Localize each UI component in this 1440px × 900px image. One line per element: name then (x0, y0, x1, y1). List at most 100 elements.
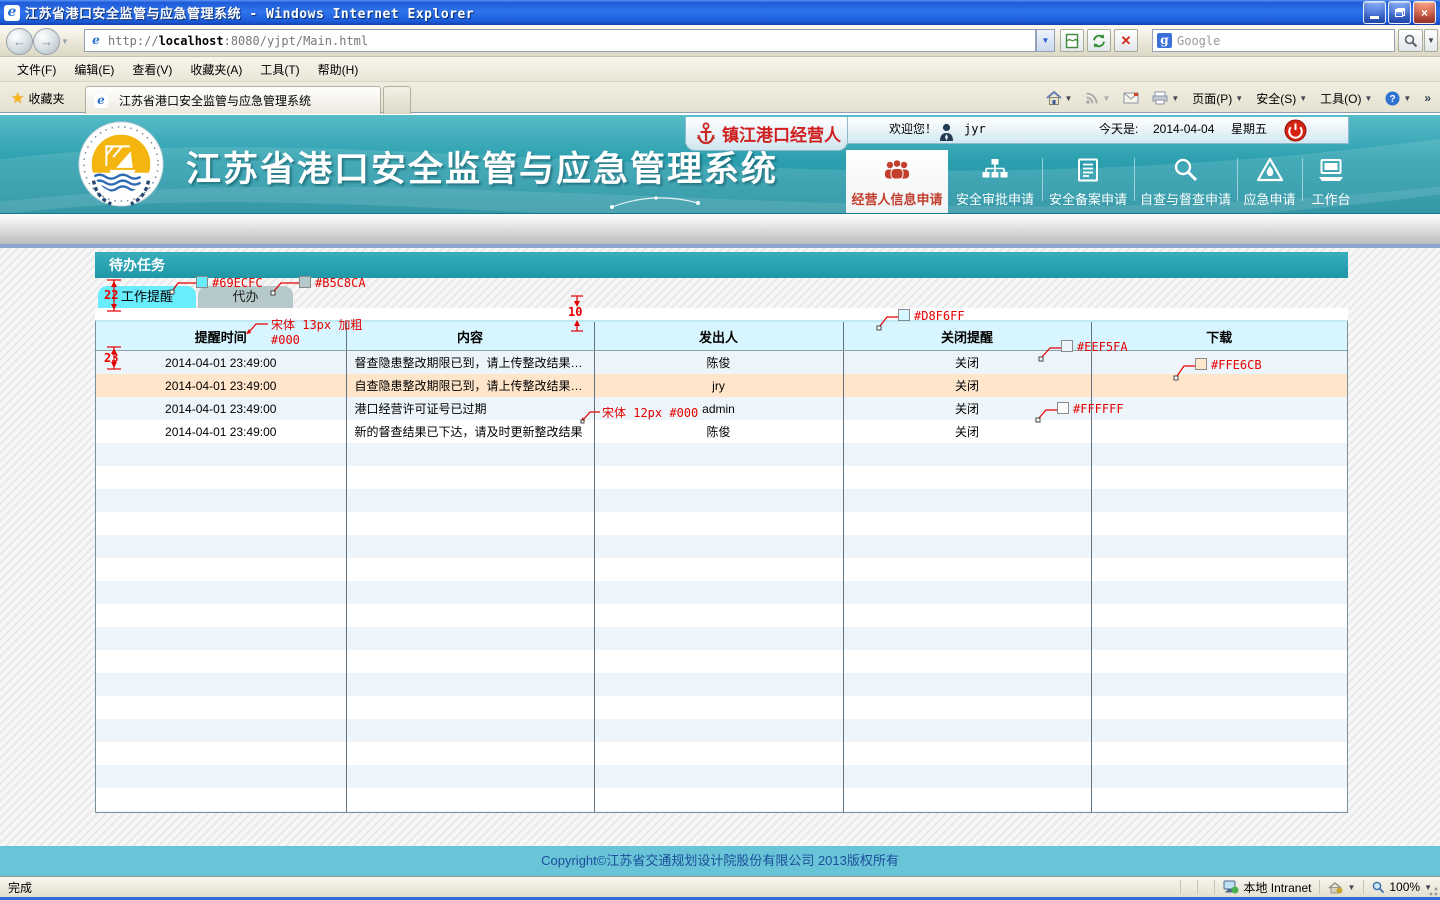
table-row: 2014-04-01 23:49:00新的督查结果已下达，请及时更新整改结果陈俊… (96, 420, 1347, 443)
favorites-bar: ★ 收藏夹 e 江苏省港口安全监管与应急管理系统 ▼ ▼ (0, 82, 1440, 113)
tab-todo[interactable]: 代办 (198, 286, 293, 308)
org-badge-label: 镇江港口经营人 (722, 121, 841, 146)
tab-favicon: e (94, 94, 108, 108)
search-options-dropdown[interactable]: ▼ (1424, 29, 1438, 52)
search-placeholder: Google (1177, 34, 1220, 48)
cell-content: 自查隐患整改期限已到，请上传整改结果… (346, 374, 594, 397)
nav-item-1[interactable]: 安全审批申请 (948, 150, 1042, 213)
cell-content: 港口经营许可证号已过期 (346, 397, 594, 420)
print-dropdown-icon[interactable]: ▼ (1171, 94, 1179, 103)
cell-download (1091, 351, 1347, 375)
empty-table-row (96, 788, 1347, 811)
search-input[interactable]: g Google (1152, 29, 1395, 52)
date-value: 2014-04-04 (1153, 117, 1214, 142)
empty-table-row (96, 696, 1347, 719)
cell-close: 关闭 (843, 374, 1091, 397)
cell-close: 关闭 (843, 420, 1091, 443)
menu-item-2[interactable]: 查看(V) (123, 58, 181, 81)
security-zone: 本地 Intranet (1214, 880, 1319, 894)
window-titlebar: e 江苏省港口安全监管与应急管理系统 - Windows Internet Ex… (0, 0, 1440, 25)
tools-menu[interactable]: 工具(O)▼ (1315, 88, 1377, 109)
read-mail-button[interactable] (1118, 90, 1144, 106)
address-toolbar: ← → ▼ e http://localhost:8080/yjpt/Main.… (0, 25, 1440, 57)
empty-table-row (96, 604, 1347, 627)
close-reminder-link[interactable]: 关闭 (955, 425, 979, 439)
weekday: 星期五 (1231, 117, 1267, 142)
task-table: 提醒时间 内容 发出人 关闭提醒 下载 2014-04-01 23:49:00督… (96, 322, 1347, 813)
nav-item-3[interactable]: 自查与督查申请 (1134, 150, 1237, 213)
user-icon (939, 120, 954, 145)
page-menu[interactable]: 页面(P)▼ (1187, 88, 1248, 109)
cell-download (1091, 397, 1347, 420)
refresh-button[interactable] (1087, 29, 1111, 52)
resize-grip[interactable] (1426, 884, 1438, 896)
cell-close: 关闭 (843, 351, 1091, 375)
empty-table-row (96, 719, 1347, 742)
forward-button[interactable]: → (33, 28, 60, 55)
col-header-content: 内容 (346, 322, 594, 351)
nav-item-label: 经营人信息申请 (851, 189, 942, 208)
welcome-label: 欢迎您！ (889, 117, 937, 142)
nav-item-5[interactable]: 工作台 (1302, 150, 1360, 213)
stop-button[interactable]: ✕ (1114, 29, 1138, 52)
compat-page-icon (1065, 33, 1079, 49)
nav-item-label: 应急申请 (1243, 189, 1295, 208)
col-header-time: 提醒时间 (96, 322, 346, 351)
menu-item-3[interactable]: 收藏夹(A) (181, 58, 251, 81)
favorites-button[interactable]: ★ 收藏夹 (4, 86, 71, 110)
empty-table-row (96, 742, 1347, 765)
close-button[interactable]: × (1413, 1, 1436, 24)
cell-sender: 陈俊 (594, 351, 843, 375)
home-button[interactable]: ▼ (1041, 89, 1078, 107)
menu-item-1[interactable]: 编辑(E) (65, 58, 123, 81)
protected-mode-button[interactable]: ▼ (1319, 880, 1363, 894)
tab-title: 江苏省港口安全监管与应急管理系统 (119, 92, 311, 109)
date-label: 今天是: (1099, 117, 1138, 142)
menu-item-4[interactable]: 工具(T) (251, 58, 308, 81)
minimize-button[interactable] (1363, 1, 1386, 24)
col-header-sender: 发出人 (594, 322, 843, 351)
zoom-icon (1372, 881, 1385, 894)
help-menu[interactable]: ? ▼ (1380, 89, 1416, 108)
app-header: 江苏省港口安全监管与应急管理系统 欢迎您！ jyr 今天是: 2014-04-0… (0, 115, 1440, 213)
todo-panel: 待办任务 工作提醒 代办 提醒时间 内容 发出人 关闭提醒 下载 (95, 252, 1348, 813)
menu-bar: 文件(F)编辑(E)查看(V)收藏夹(A)工具(T)帮助(H) (0, 57, 1440, 82)
address-dropdown[interactable]: ▼ (1036, 29, 1055, 52)
compatibility-view-button[interactable] (1060, 29, 1084, 52)
close-reminder-link[interactable]: 关闭 (955, 402, 979, 416)
address-input[interactable]: e http://localhost:8080/yjpt/Main.html (84, 29, 1036, 52)
empty-table-row (96, 765, 1347, 788)
cell-close: 关闭 (843, 397, 1091, 420)
safety-menu[interactable]: 安全(S)▼ (1251, 88, 1312, 109)
menu-item-5[interactable]: 帮助(H) (309, 58, 368, 81)
tab-baseline-strip (95, 308, 1348, 320)
window-title: 江苏省港口安全监管与应急管理系统 - Windows Internet Expl… (25, 3, 474, 22)
nav-item-2[interactable]: 安全备案申请 (1042, 150, 1134, 213)
nav-item-4[interactable]: 应急申请 (1237, 150, 1302, 213)
empty-table-row (96, 650, 1347, 673)
restore-button[interactable] (1388, 1, 1411, 24)
back-button[interactable]: ← (6, 28, 33, 55)
nav-item-0[interactable]: 经营人信息申请 (846, 150, 948, 213)
help-icon: ? (1385, 91, 1400, 106)
menu-item-0[interactable]: 文件(F) (8, 58, 65, 81)
command-bar: ▼ ▼ ▼ (1041, 86, 1436, 110)
feeds-button[interactable]: ▼ (1080, 89, 1115, 107)
home-dropdown-icon[interactable]: ▼ (1065, 94, 1073, 103)
browser-tab[interactable]: e 江苏省港口安全监管与应急管理系统 (85, 86, 381, 114)
more-commands-chevron[interactable]: » (1419, 89, 1436, 107)
search-button[interactable] (1398, 29, 1423, 52)
recent-pages-dropdown-icon[interactable]: ▼ (61, 37, 69, 46)
logout-power-button[interactable] (1284, 118, 1307, 143)
username: jyr (964, 117, 986, 142)
google-logo-icon: g (1157, 33, 1172, 48)
close-reminder-link[interactable]: 关闭 (955, 379, 979, 393)
system-logo (77, 120, 165, 208)
printer-icon (1152, 91, 1168, 105)
warning-icon (1256, 151, 1284, 189)
tab-work-reminder[interactable]: 工作提醒 (98, 286, 196, 308)
cell-time: 2014-04-01 23:49:00 (96, 374, 346, 397)
print-button[interactable]: ▼ (1147, 89, 1184, 107)
close-reminder-link[interactable]: 关闭 (955, 356, 979, 370)
new-tab-stub[interactable] (383, 86, 411, 114)
